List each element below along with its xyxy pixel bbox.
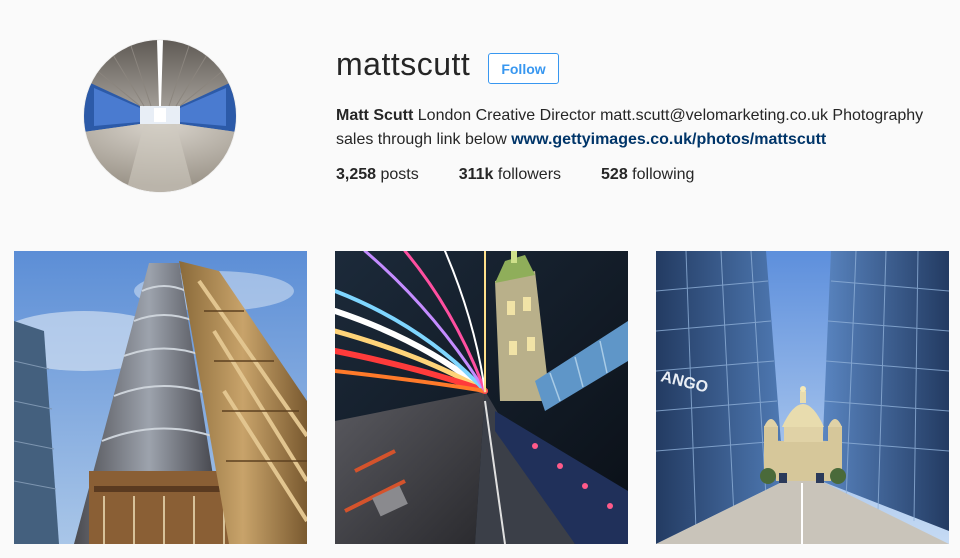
post-image-lloyds-building [14, 251, 307, 544]
posts-stat: 3,258 posts [336, 166, 419, 184]
post-tile-3[interactable]: ANGO [656, 251, 949, 544]
avatar-image [84, 40, 236, 192]
profile-page: mattscutt Follow Matt Scutt London Creat… [0, 0, 960, 558]
profile-username: mattscutt [336, 46, 471, 82]
following-stat[interactable]: 528 following [601, 166, 694, 184]
post-image-st-pauls: ANGO [656, 251, 949, 544]
post-tile-2[interactable] [335, 251, 628, 544]
following-label: following [627, 166, 695, 183]
following-count: 528 [601, 166, 628, 183]
followers-count: 311k [458, 166, 494, 183]
posts-label: posts [376, 166, 419, 183]
profile-stats: 3,258 posts 311k followers 528 following [336, 166, 734, 184]
post-tile-1[interactable] [14, 251, 307, 544]
profile-full-name: Matt Scutt [336, 107, 414, 124]
followers-stat[interactable]: 311k followers [459, 166, 561, 184]
bio-external-link[interactable]: www.gettyimages.co.uk/photos/mattscutt [511, 131, 826, 148]
profile-avatar[interactable] [84, 40, 236, 192]
posts-count: 3,258 [336, 166, 377, 183]
follow-button[interactable]: Follow [488, 53, 559, 84]
posts-grid: ANGO [14, 251, 949, 544]
profile-bio: Matt Scutt London Creative Director matt… [336, 104, 956, 152]
post-image-tower-bridge [335, 251, 628, 544]
followers-label: followers [493, 166, 562, 183]
